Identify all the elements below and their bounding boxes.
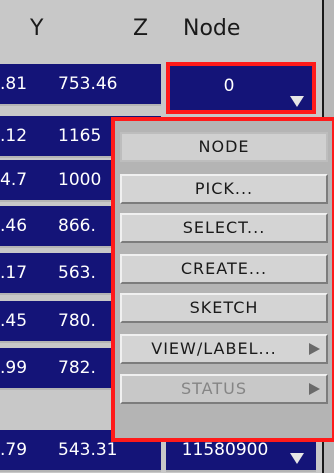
submenu-arrow-icon (309, 343, 320, 355)
menu-item-label: SKETCH (189, 298, 259, 317)
menu-item-label: PICK... (194, 179, 254, 198)
coord-cells[interactable]: .81 753.46 (0, 64, 161, 106)
column-header-node[interactable]: Node (183, 16, 240, 41)
menu-item-status: STATUS (120, 374, 328, 404)
menu-item-pick[interactable]: PICK... (120, 174, 328, 204)
menu-item-view-label[interactable]: VIEW/LABEL... (120, 334, 328, 364)
dropdown-arrow-icon[interactable] (290, 453, 304, 464)
cell-y[interactable]: .81 (0, 74, 27, 94)
cell-y[interactable]: .12 (0, 126, 27, 146)
menu-item-label: VIEW/LABEL... (151, 339, 277, 358)
cell-y[interactable]: .99 (0, 358, 27, 378)
menu-title-label: NODE (198, 137, 250, 156)
menu-item-label: STATUS (180, 379, 248, 398)
submenu-arrow-icon (309, 383, 320, 395)
node-table-panel: Y Z Node .81 753.46 0 .12 1165 4.7 1000 … (0, 0, 334, 473)
cell-y[interactable]: 4.7 (0, 170, 27, 190)
dropdown-arrow-icon[interactable] (290, 96, 304, 107)
cell-z[interactable]: 782. (58, 358, 96, 378)
cell-y[interactable]: .45 (0, 311, 27, 331)
menu-item-label: SELECT... (182, 218, 266, 237)
cell-z[interactable]: 563. (58, 263, 96, 283)
node-value: 11580900 (181, 440, 269, 460)
cell-y[interactable]: .79 (0, 440, 27, 460)
menu-item-sketch[interactable]: SKETCH (120, 293, 328, 323)
menu-item-label: CREATE... (180, 259, 268, 278)
menu-item-select[interactable]: SELECT... (120, 213, 328, 243)
column-header-z[interactable]: Z (133, 16, 148, 41)
cell-z[interactable]: 866. (58, 216, 96, 236)
cell-z[interactable]: 1165 (58, 126, 101, 146)
cell-y[interactable]: .46 (0, 216, 27, 236)
cell-y[interactable]: .17 (0, 263, 27, 283)
column-header-y[interactable]: Y (30, 16, 43, 41)
table-header: Y Z Node (0, 0, 334, 62)
cell-z[interactable]: 543.31 (58, 440, 117, 460)
cell-z[interactable]: 753.46 (58, 74, 117, 94)
cell-z[interactable]: 780. (58, 311, 96, 331)
node-context-menu: NODE PICK... SELECT... CREATE... SKETCH … (111, 117, 334, 442)
menu-title: NODE (120, 132, 328, 162)
node-value: 0 (223, 76, 235, 96)
node-dropdown-selected[interactable]: 0 (166, 62, 316, 114)
menu-item-create[interactable]: CREATE... (120, 254, 328, 284)
cell-z[interactable]: 1000 (58, 170, 101, 190)
